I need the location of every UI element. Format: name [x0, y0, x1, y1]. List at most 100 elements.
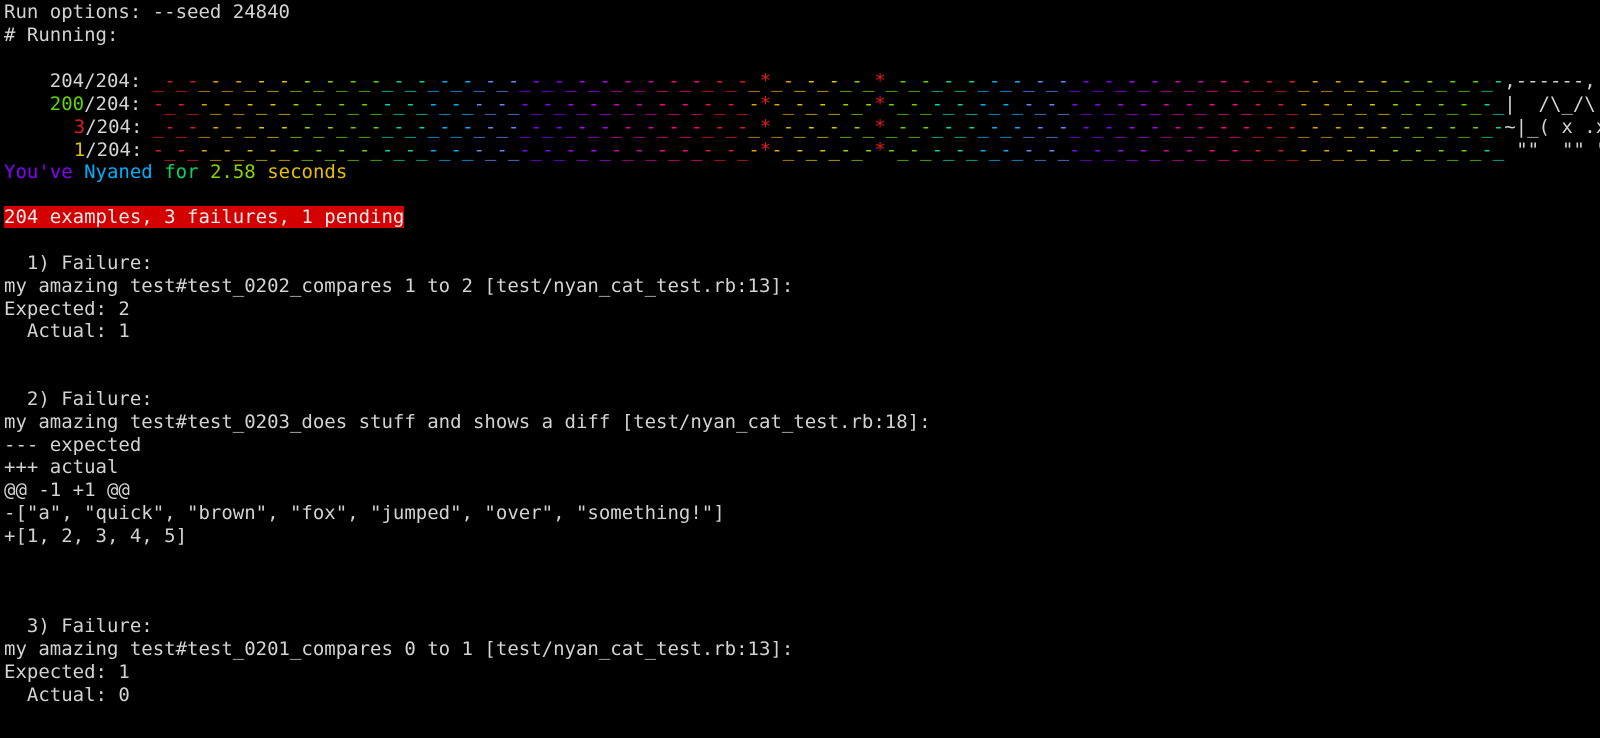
diff-added-line: +[1, 2, 3, 4, 5] [4, 525, 188, 547]
rainbow-glyph: _ [622, 139, 634, 161]
rainbow-glyph: - [473, 139, 485, 161]
rainbow-glyph: _ [1424, 139, 1436, 161]
rainbow-glyph: - [336, 139, 348, 161]
progress-count: 1 [73, 139, 86, 161]
rainbow-glyph: - [565, 139, 577, 161]
rainbow-glyph: - [450, 139, 462, 161]
rainbow-glyph: - [885, 139, 898, 161]
rainbow-glyph: - [1206, 139, 1218, 161]
diff-expected-header: --- expected [4, 434, 142, 456]
nyan-row: 204/204: _-_-_-_-_-_-_-_-_-_-_-_-_-_-_-_… [4, 47, 1596, 92]
rainbow-glyph: _ [1240, 139, 1253, 161]
rainbow-glyph: _ [1492, 139, 1505, 161]
failure-expected: Expected: 1 [4, 661, 130, 683]
rainbow-glyph: _ [1149, 139, 1161, 161]
rainbow-glyph: - [198, 139, 211, 161]
rainbow-glyph: - [175, 139, 188, 161]
rainbow-glyph: _ [1057, 139, 1070, 161]
rainbow-trail: -_-_-_-_-_-_-_-_-_-_-_-_-_-_-_-_-_-_-_-_… [153, 139, 1504, 162]
rainbow-glyph: - [1069, 139, 1081, 161]
rainbow-glyph: - [244, 139, 256, 161]
rainbow-glyph: - [313, 139, 325, 161]
rainbow-glyph: _ [943, 139, 955, 161]
rainbow-glyph: _ [416, 139, 428, 161]
rainbow-glyph: - [1137, 139, 1150, 161]
failure-heading: 3) Failure: [4, 615, 153, 637]
star-glyph: * [874, 139, 886, 161]
rainbow-glyph: - [702, 139, 714, 161]
rainbow-glyph: - [610, 139, 623, 161]
failure-actual: Actual: 0 [4, 684, 130, 706]
failure-location: my amazing test#test_0201_compares 0 to … [4, 638, 794, 660]
rainbow-glyph: _ [530, 139, 543, 161]
nyan-row: 3/204: _-_-_-_-_-_-_-_-_-_-_-_-_-_-_-_-_… [4, 93, 1600, 138]
rainbow-glyph: - [587, 139, 600, 161]
nyan-row: 1/204: -_-_-_-_-_-_-_-_-_-_-_-_-_-_-_-_-… [4, 116, 1600, 161]
rainbow-glyph: _ [599, 139, 611, 161]
msg-word: for [164, 161, 199, 183]
rainbow-glyph: _ [1446, 139, 1459, 161]
rainbow-glyph: - [1343, 139, 1356, 161]
rainbow-glyph: _ [1286, 139, 1299, 161]
rainbow-glyph: - [977, 139, 989, 161]
rainbow-glyph: _ [897, 139, 909, 161]
rainbow-glyph: - [1229, 139, 1241, 161]
failure-location: my amazing test#test_0203_does stuff and… [4, 411, 931, 433]
rainbow-glyph: - [1389, 139, 1402, 161]
rainbow-glyph: - [358, 139, 371, 161]
summary-badge: 204 examples, 3 failures, 1 pending [4, 206, 405, 228]
rainbow-glyph: _ [805, 139, 818, 161]
rainbow-glyph: _ [1103, 139, 1115, 161]
rainbow-glyph: _ [713, 139, 726, 161]
failure-heading: 1) Failure: [4, 252, 153, 274]
rainbow-glyph: - [221, 139, 233, 161]
rainbow-glyph: _ [1172, 139, 1184, 161]
failure-location: my amazing test#test_0202_compares 1 to … [4, 275, 794, 297]
rainbow-glyph: - [839, 139, 852, 161]
rainbow-glyph: _ [1034, 139, 1047, 161]
rainbow-glyph: - [1412, 139, 1425, 161]
rainbow-glyph: _ [920, 139, 932, 161]
rainbow-glyph: _ [1401, 139, 1413, 161]
rainbow-glyph: _ [645, 139, 657, 161]
rainbow-glyph: - [1252, 139, 1264, 161]
rainbow-glyph: _ [851, 139, 863, 161]
rainbow-glyph: _ [828, 139, 840, 161]
rainbow-glyph: - [862, 139, 875, 161]
rainbow-glyph: - [1114, 139, 1127, 161]
rainbow-glyph: _ [782, 139, 795, 161]
rainbow-glyph: - [1000, 139, 1012, 161]
progress-label: 1/204: [50, 139, 153, 162]
rainbow-glyph: _ [965, 139, 978, 161]
rainbow-glyph: _ [691, 139, 703, 161]
failure-actual: Actual: 1 [4, 320, 130, 342]
rainbow-glyph: _ [232, 139, 245, 161]
rainbow-glyph: _ [324, 139, 337, 161]
rainbow-glyph: - [1160, 139, 1173, 161]
rainbow-glyph: - [1023, 139, 1035, 161]
rainbow-glyph: - [633, 139, 646, 161]
rainbow-glyph: _ [1080, 139, 1092, 161]
msg-duration: 2.58 [209, 161, 256, 183]
rainbow-glyph: - [1298, 139, 1310, 161]
rainbow-glyph: - [656, 139, 669, 161]
rainbow-glyph: - [1275, 139, 1287, 161]
run-options-line: Run options: --seed 24840 [4, 1, 290, 23]
rainbow-glyph: _ [347, 139, 359, 161]
rainbow-glyph: - [519, 139, 531, 161]
rainbow-glyph: - [381, 139, 394, 161]
rainbow-glyph: _ [576, 139, 588, 161]
rainbow-glyph: - [542, 139, 554, 161]
rainbow-glyph: - [908, 139, 921, 161]
diff-hunk-header: @@ -1 +1 @@ [4, 479, 130, 501]
rainbow-glyph: - [1320, 139, 1333, 161]
rainbow-glyph: - [931, 139, 944, 161]
rainbow-glyph: _ [393, 139, 405, 161]
rainbow-glyph: - [427, 139, 440, 161]
running-line: # Running: [4, 24, 119, 46]
progress-total: /204: [85, 139, 154, 161]
nyan-cat-art: "" "" " [1516, 139, 1600, 161]
rainbow-glyph: _ [484, 139, 497, 161]
rainbow-glyph: - [290, 139, 302, 161]
rainbow-glyph: _ [255, 139, 268, 161]
